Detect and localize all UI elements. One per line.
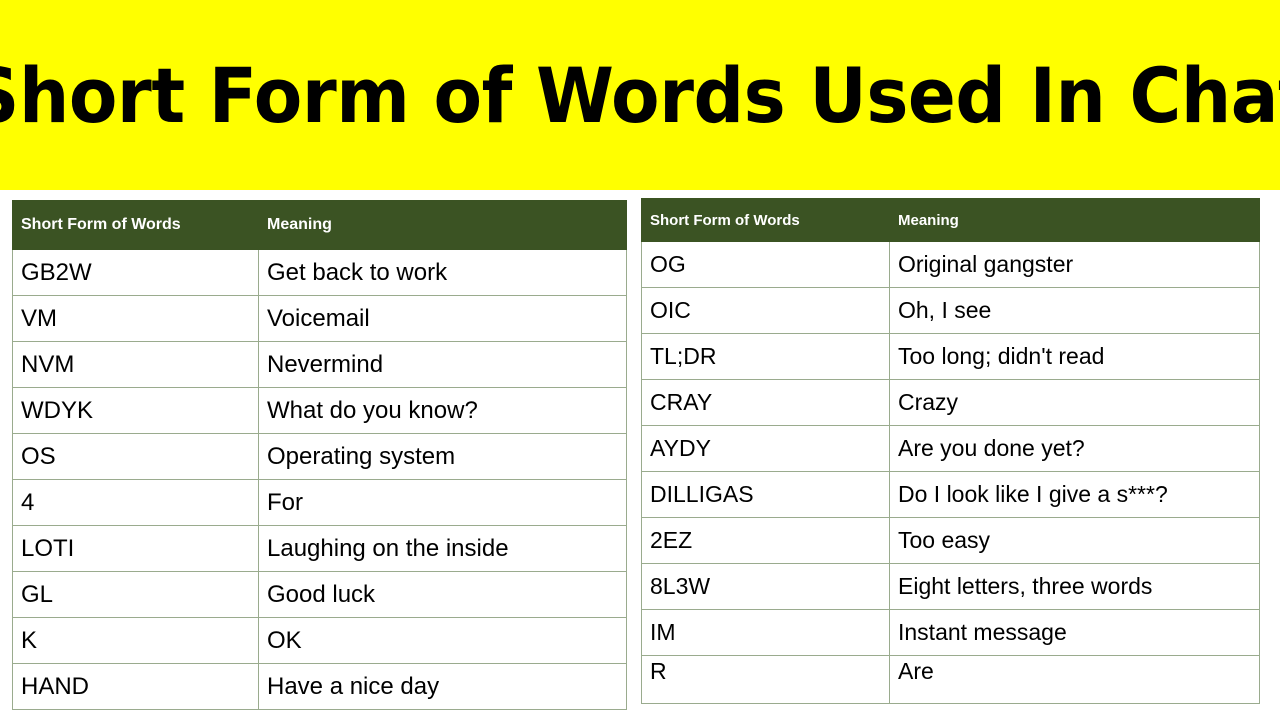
cell-short-form: HAND xyxy=(12,663,259,710)
cell-meaning: Instant message xyxy=(889,609,1260,656)
cell-short-form: GL xyxy=(12,571,259,618)
title-banner: Short Form of Words Used In Chat xyxy=(0,0,1280,190)
table-row: 4 For xyxy=(12,479,627,526)
cell-short-form: CRAY xyxy=(641,379,890,426)
table-row: CRAY Crazy xyxy=(641,379,1260,426)
cell-short-form: 8L3W xyxy=(641,563,890,610)
cell-meaning: OK xyxy=(258,617,627,664)
cell-short-form: VM xyxy=(12,295,259,342)
cell-short-form: 2EZ xyxy=(641,517,890,564)
cell-short-form: DILLIGAS xyxy=(641,471,890,518)
cell-meaning: Have a nice day xyxy=(258,663,627,710)
cell-short-form: WDYK xyxy=(12,387,259,434)
cell-meaning: For xyxy=(258,479,627,526)
cell-meaning: Eight letters, three words xyxy=(889,563,1260,610)
table-header-right: Short Form of Words Meaning xyxy=(641,198,1260,242)
cell-meaning: Are you done yet? xyxy=(889,425,1260,472)
table-row: TL;DR Too long; didn't read xyxy=(641,333,1260,380)
table-row: GL Good luck xyxy=(12,571,627,618)
table-row: NVM Nevermind xyxy=(12,341,627,388)
cell-short-form: GB2W xyxy=(12,249,259,296)
abbreviations-table-right: Short Form of Words Meaning OG Original g… xyxy=(641,198,1260,704)
table-row: OS Operating system xyxy=(12,433,627,480)
table-row: OG Original gangster xyxy=(641,241,1260,288)
table-row: 8L3W Eight letters, three words xyxy=(641,563,1260,610)
table-row: VM Voicemail xyxy=(12,295,627,342)
table-header-row: Short Form of Words Meaning xyxy=(641,198,1260,242)
cell-short-form: 4 xyxy=(12,479,259,526)
column-header-meaning: Meaning xyxy=(889,198,1260,242)
table-row: IM Instant message xyxy=(641,609,1260,656)
cell-meaning: What do you know? xyxy=(258,387,627,434)
cell-meaning: Good luck xyxy=(258,571,627,618)
cell-meaning: Laughing on the inside xyxy=(258,525,627,572)
abbreviations-table-left: Short Form of Words Meaning GB2W Get back… xyxy=(12,200,627,710)
cell-meaning: Too easy xyxy=(889,517,1260,564)
table-row: GB2W Get back to work xyxy=(12,249,627,296)
cell-meaning: Original gangster xyxy=(889,241,1260,288)
cell-short-form: TL;DR xyxy=(641,333,890,380)
cell-meaning: Get back to work xyxy=(258,249,627,296)
cell-short-form: IM xyxy=(641,609,890,656)
column-header-short-form: Short Form of Words xyxy=(641,198,890,242)
cell-meaning: Too long; didn't read xyxy=(889,333,1260,380)
cell-meaning: Do I look like I give a s***? xyxy=(889,471,1260,518)
cell-short-form: AYDY xyxy=(641,425,890,472)
cell-meaning: Are xyxy=(889,655,1260,704)
table-header-row: Short Form of Words Meaning xyxy=(12,200,627,250)
table-row: LOTI Laughing on the inside xyxy=(12,525,627,572)
table-body-left: GB2W Get back to work VM Voicemail NVM Neverm… xyxy=(12,249,627,710)
table-header-left: Short Form of Words Meaning xyxy=(12,200,627,250)
table-row: OIC Oh, I see xyxy=(641,287,1260,334)
table-body-right: OG Original gangster OIC Oh, I see TL;DR Too … xyxy=(641,241,1260,704)
cell-short-form: OIC xyxy=(641,287,890,334)
tables-area: Short Form of Words Meaning GB2W Get back… xyxy=(0,190,1280,720)
cell-meaning: Nevermind xyxy=(258,341,627,388)
column-header-meaning: Meaning xyxy=(258,200,627,250)
table-row: AYDY Are you done yet? xyxy=(641,425,1260,472)
cell-short-form: K xyxy=(12,617,259,664)
cell-short-form: OG xyxy=(641,241,890,288)
table-row: DILLIGAS Do I look like I give a s***? xyxy=(641,471,1260,518)
cell-short-form: OS xyxy=(12,433,259,480)
column-header-short-form: Short Form of Words xyxy=(12,200,259,250)
cell-short-form: NVM xyxy=(12,341,259,388)
cell-short-form: R xyxy=(641,655,890,704)
table-row: WDYK What do you know? xyxy=(12,387,627,434)
table-row: 2EZ Too easy xyxy=(641,517,1260,564)
cell-meaning: Crazy xyxy=(889,379,1260,426)
cell-meaning: Operating system xyxy=(258,433,627,480)
table-row: K OK xyxy=(12,617,627,664)
cell-meaning: Oh, I see xyxy=(889,287,1260,334)
cell-meaning: Voicemail xyxy=(258,295,627,342)
page-title: Short Form of Words Used In Chat xyxy=(0,51,1280,140)
table-row: R Are xyxy=(641,655,1260,704)
cell-short-form: LOTI xyxy=(12,525,259,572)
table-row: HAND Have a nice day xyxy=(12,663,627,710)
